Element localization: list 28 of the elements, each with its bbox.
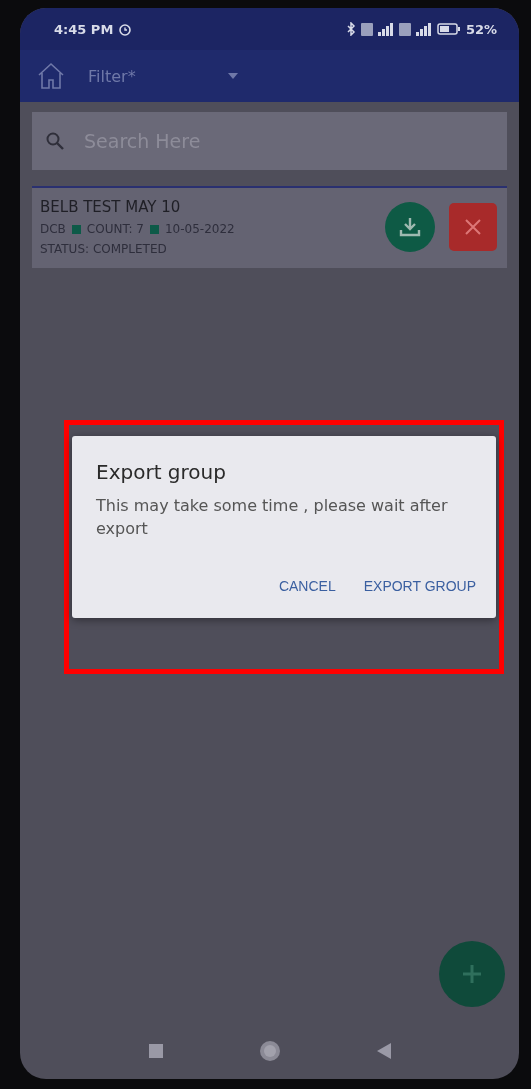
square-icon bbox=[71, 224, 81, 234]
filter-dropdown[interactable]: Filter* bbox=[88, 66, 136, 86]
plus-icon bbox=[460, 962, 484, 986]
signal-icon bbox=[377, 22, 394, 36]
sim-icon bbox=[360, 22, 373, 36]
battery-level: 52% bbox=[465, 21, 497, 37]
dialog-title: Export group bbox=[96, 460, 227, 484]
alarm-icon bbox=[118, 22, 133, 36]
caret-icon[interactable] bbox=[227, 73, 238, 79]
home-icon[interactable] bbox=[36, 61, 66, 91]
dialog-action-button[interactable]: EXPORT GROUP bbox=[363, 574, 476, 599]
dialog-message: This may take some time , please wait after export bbox=[96, 495, 449, 541]
signal-icon bbox=[415, 22, 432, 36]
bluetooth-icon bbox=[346, 22, 356, 36]
home-button[interactable] bbox=[258, 1040, 281, 1062]
square-icon bbox=[149, 224, 159, 234]
sim-icon bbox=[398, 22, 411, 36]
status-time: 4:45 PM bbox=[54, 21, 114, 37]
download-icon bbox=[399, 216, 421, 238]
close-icon bbox=[463, 217, 483, 237]
dialog-action-button[interactable]: CANCEL bbox=[278, 574, 336, 599]
back-button[interactable] bbox=[376, 1043, 391, 1059]
recents-button[interactable] bbox=[148, 1044, 163, 1058]
delete-button[interactable] bbox=[449, 203, 497, 251]
search-icon bbox=[46, 132, 64, 150]
battery-icon bbox=[436, 23, 461, 35]
download-button[interactable] bbox=[385, 202, 435, 252]
group-title: BELB TEST MAY 10 bbox=[40, 198, 182, 216]
